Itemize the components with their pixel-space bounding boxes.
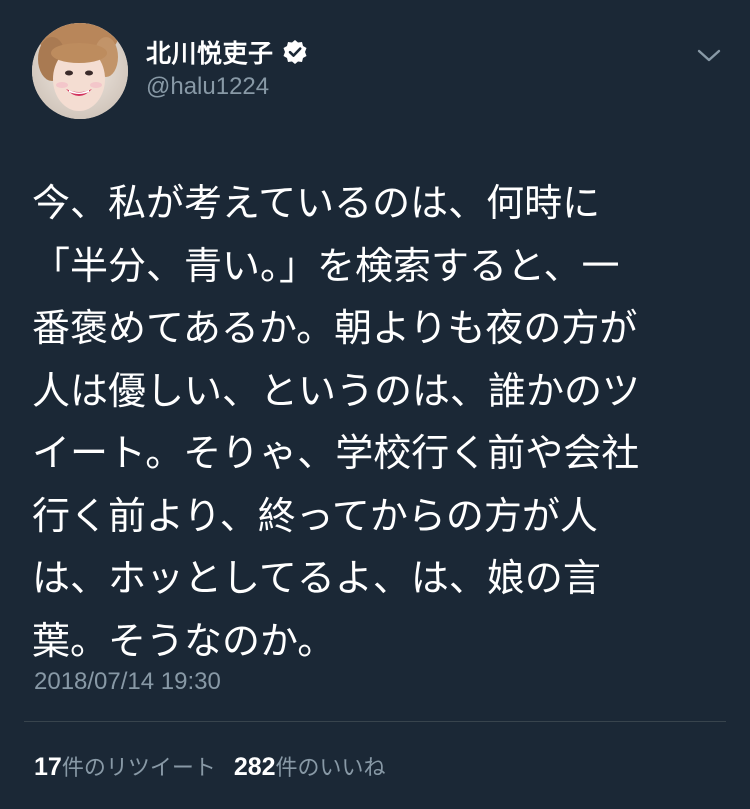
- author-handle[interactable]: @halu1224: [146, 73, 269, 101]
- divider: [24, 721, 726, 722]
- tweet-text-line: 葉。そうなのか。: [32, 618, 336, 663]
- tweet-stats: 17 件のリツイート 282 件のいいね: [34, 750, 386, 784]
- tweet-text-line: 人は優しい、というのは、誰かのツ: [32, 368, 641, 413]
- tweet-text-line: 今、私が考えているのは、何時に: [32, 181, 601, 225]
- author-name-row: 北川悦吏子: [146, 34, 308, 70]
- tweet-text-line: イート。そりゃ、学校行く前や会社: [32, 431, 640, 475]
- tweet-detail: 北川悦吏子 @halu1224 今、私が考えているのは、何時に 「半分、青い。」…: [0, 0, 750, 809]
- tweet-text-line: 行く前より、終ってからの方が人: [32, 493, 598, 538]
- chevron-down-icon[interactable]: [696, 46, 722, 66]
- retweets-count: 17: [34, 753, 62, 781]
- tweet-text-line: 「半分、青い。」を検索すると、一: [32, 243, 620, 288]
- tweet-text: 今、私が考えているのは、何時に 「半分、青い。」を検索すると、一 番褒めてあるか…: [32, 172, 712, 672]
- tweet-text-line: は、ホッとしてるよ、は、娘の言: [32, 556, 601, 600]
- avatar[interactable]: [32, 23, 128, 119]
- likes-label: 件のいいね: [275, 756, 386, 781]
- retweets-stat[interactable]: 17 件のリツイート: [34, 750, 216, 782]
- likes-stat[interactable]: 282 件のいいね: [234, 750, 386, 782]
- tweet-timestamp: 2018/07/14 19:30: [34, 668, 221, 695]
- retweets-label: 件のリツイート: [61, 756, 216, 781]
- likes-count: 282: [233, 753, 276, 781]
- verified-badge-icon: [282, 39, 308, 65]
- tweet-text-line: 番褒めてあるか。朝よりも夜の方が: [32, 306, 638, 350]
- display-name[interactable]: 北川悦吏子: [146, 34, 274, 70]
